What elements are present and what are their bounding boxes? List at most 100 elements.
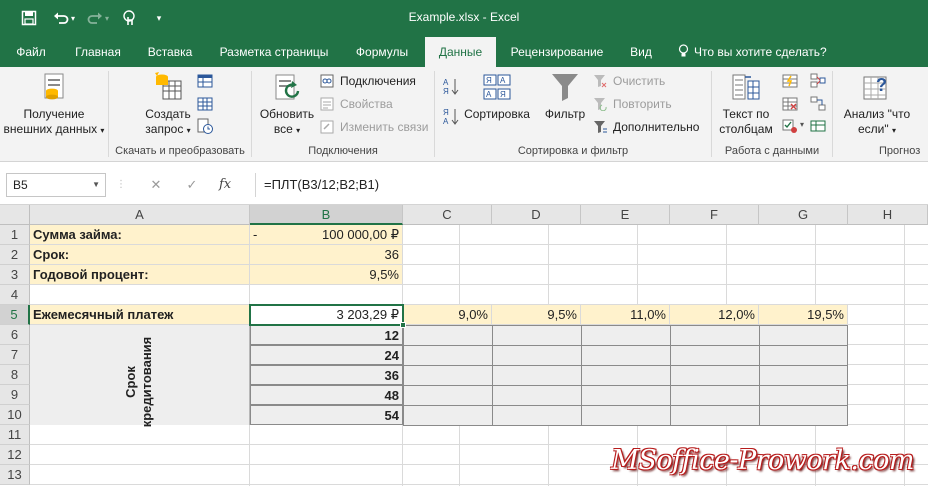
column-header-f[interactable]: F (670, 205, 759, 225)
cell-b2[interactable]: 36 (250, 245, 403, 265)
title-bar: ▾ ▾ ▾ Example.xlsx - Excel (0, 0, 928, 37)
group-forecast: ? Анализ "что если" ▾ Прогноз (833, 67, 928, 160)
reapply-button[interactable]: Повторить (593, 94, 672, 114)
tab-formulas[interactable]: Формулы (344, 37, 420, 67)
cell-b6[interactable]: 12 (250, 325, 403, 345)
insert-function-icon[interactable]: fx (219, 173, 231, 197)
relationships-icon[interactable] (810, 96, 826, 112)
cell-c5[interactable]: 9,0% (403, 305, 492, 325)
cell-a1[interactable]: Сумма займа: (30, 225, 250, 245)
what-if-line1: Анализ "что (843, 107, 911, 121)
edit-links-button[interactable]: Изменить связи (320, 117, 428, 137)
advanced-button[interactable]: Дополнительно (593, 117, 699, 137)
row-header-8[interactable]: 8 (0, 365, 30, 385)
sort-descending-icon[interactable]: ЯА (443, 107, 459, 126)
text-to-columns-button[interactable]: Текст по столбцам (712, 71, 780, 137)
cell-a2[interactable]: Срок: (30, 245, 250, 265)
tell-me-box[interactable]: Что вы хотите сделать? (678, 37, 827, 67)
cell-e5[interactable]: 11,0% (581, 305, 670, 325)
filter-button[interactable]: Фильтр (537, 71, 593, 122)
refresh-all-button[interactable]: Обновить все ▾ (254, 71, 320, 138)
row-header-13[interactable]: 13 (0, 465, 30, 485)
cell-b5[interactable]: 3 203,29 ₽ (250, 305, 403, 325)
chevron-down-icon[interactable]: ▼ (92, 174, 100, 196)
cell-b8[interactable]: 36 (250, 365, 403, 385)
row-header-4[interactable]: 4 (0, 285, 30, 305)
row-header-3[interactable]: 3 (0, 265, 30, 285)
formula-input[interactable]: =ПЛТ(B3/12;B2;B1) (255, 173, 925, 197)
tab-page-layout[interactable]: Разметка страницы (208, 37, 340, 67)
sort-ascending-icon[interactable]: АЯ (443, 77, 459, 96)
fill-handle[interactable] (400, 322, 406, 328)
clear-button[interactable]: Очистить (593, 71, 665, 91)
ribbon-tabs: Файл Главная Вставка Разметка страницы Ф… (0, 37, 928, 67)
data-model-icon[interactable] (810, 118, 826, 134)
column-header-g[interactable]: G (759, 205, 848, 225)
properties-button[interactable]: Свойства (320, 94, 393, 114)
cell-b10[interactable]: 54 (250, 405, 403, 425)
select-all-button[interactable] (0, 205, 30, 225)
cell-a3[interactable]: Годовой процент: (30, 265, 250, 285)
cell-a5[interactable]: Ежемесячный платеж (30, 305, 250, 325)
result-table-area[interactable] (403, 325, 848, 426)
cell-b1[interactable]: 100 000,00 ₽ (290, 225, 403, 245)
svg-text:А: А (443, 117, 449, 126)
tab-data[interactable]: Данные (425, 37, 496, 67)
cell-b9[interactable]: 48 (250, 385, 403, 405)
show-queries-icon[interactable] (197, 73, 213, 89)
cancel-icon[interactable]: ✕ (146, 173, 166, 197)
row-header-6[interactable]: 6 (0, 325, 30, 345)
column-header-c[interactable]: C (403, 205, 492, 225)
from-table-icon[interactable] (197, 96, 213, 112)
advanced-filter-icon (593, 120, 607, 134)
get-external-data-button[interactable]: Получение внешних данных ▾ (0, 71, 108, 138)
column-header-a[interactable]: A (30, 205, 250, 225)
row-header-11[interactable]: 11 (0, 425, 30, 445)
svg-text:Я: Я (443, 108, 449, 117)
tab-home[interactable]: Главная (64, 37, 132, 67)
lightbulb-icon (678, 37, 690, 67)
cell-d5[interactable]: 9,5% (492, 305, 581, 325)
row-header-7[interactable]: 7 (0, 345, 30, 365)
cell-f5[interactable]: 12,0% (670, 305, 759, 325)
text-to-columns-line1: Текст по (722, 107, 770, 121)
recent-sources-icon[interactable] (197, 118, 213, 134)
consolidate-icon[interactable] (810, 73, 826, 89)
svg-text:А: А (500, 76, 506, 85)
svg-text:А: А (486, 90, 492, 99)
new-query-line2: запрос (145, 122, 184, 136)
get-external-data-line1: Получение (23, 107, 85, 121)
tab-insert[interactable]: Вставка (138, 37, 202, 67)
cell-g5[interactable]: 19,5% (759, 305, 848, 325)
sort-button[interactable]: ЯААЯ Сортировка (461, 71, 533, 122)
tab-file[interactable]: Файл (6, 37, 56, 67)
name-box[interactable]: B5 ▼ (6, 173, 106, 197)
flash-fill-icon[interactable] (782, 73, 798, 89)
tab-review[interactable]: Рецензирование (502, 37, 612, 67)
tab-view[interactable]: Вид (620, 37, 662, 67)
remove-duplicates-icon[interactable] (782, 96, 798, 112)
cell-b7[interactable]: 24 (250, 345, 403, 365)
data-validation-icon[interactable] (782, 118, 798, 134)
row-header-10[interactable]: 10 (0, 405, 30, 425)
column-header-e[interactable]: E (581, 205, 670, 225)
sort-label: Сортировка (464, 107, 530, 121)
row-header-5[interactable]: 5 (0, 305, 30, 325)
what-if-analysis-button[interactable]: ? Анализ "что если" ▾ (837, 71, 917, 138)
worksheet-grid: A B C D E F G H 1 2 3 4 5 6 7 8 9 10 11 … (0, 205, 928, 486)
row-header-2[interactable]: 2 (0, 245, 30, 265)
cell-b3[interactable]: 9,5% (250, 265, 403, 285)
svg-text:А: А (443, 78, 449, 87)
row-header-9[interactable]: 9 (0, 385, 30, 405)
loan-term-label: Срок кредитования (123, 332, 157, 432)
formula-bar: B5 ▼ ⋮ ✕ ✓ fx =ПЛТ(B3/12;B2;B1) (0, 162, 928, 205)
enter-icon[interactable]: ✓ (182, 173, 202, 197)
column-header-b[interactable]: B (250, 205, 403, 225)
refresh-all-line1: Обновить (259, 107, 315, 121)
row-header-12[interactable]: 12 (0, 445, 30, 465)
column-header-h[interactable]: H (848, 205, 928, 225)
row-header-1[interactable]: 1 (0, 225, 30, 245)
column-header-d[interactable]: D (492, 205, 581, 225)
new-query-button[interactable]: Создать запрос ▾ (135, 71, 201, 138)
connections-button[interactable]: Подключения (320, 71, 416, 91)
